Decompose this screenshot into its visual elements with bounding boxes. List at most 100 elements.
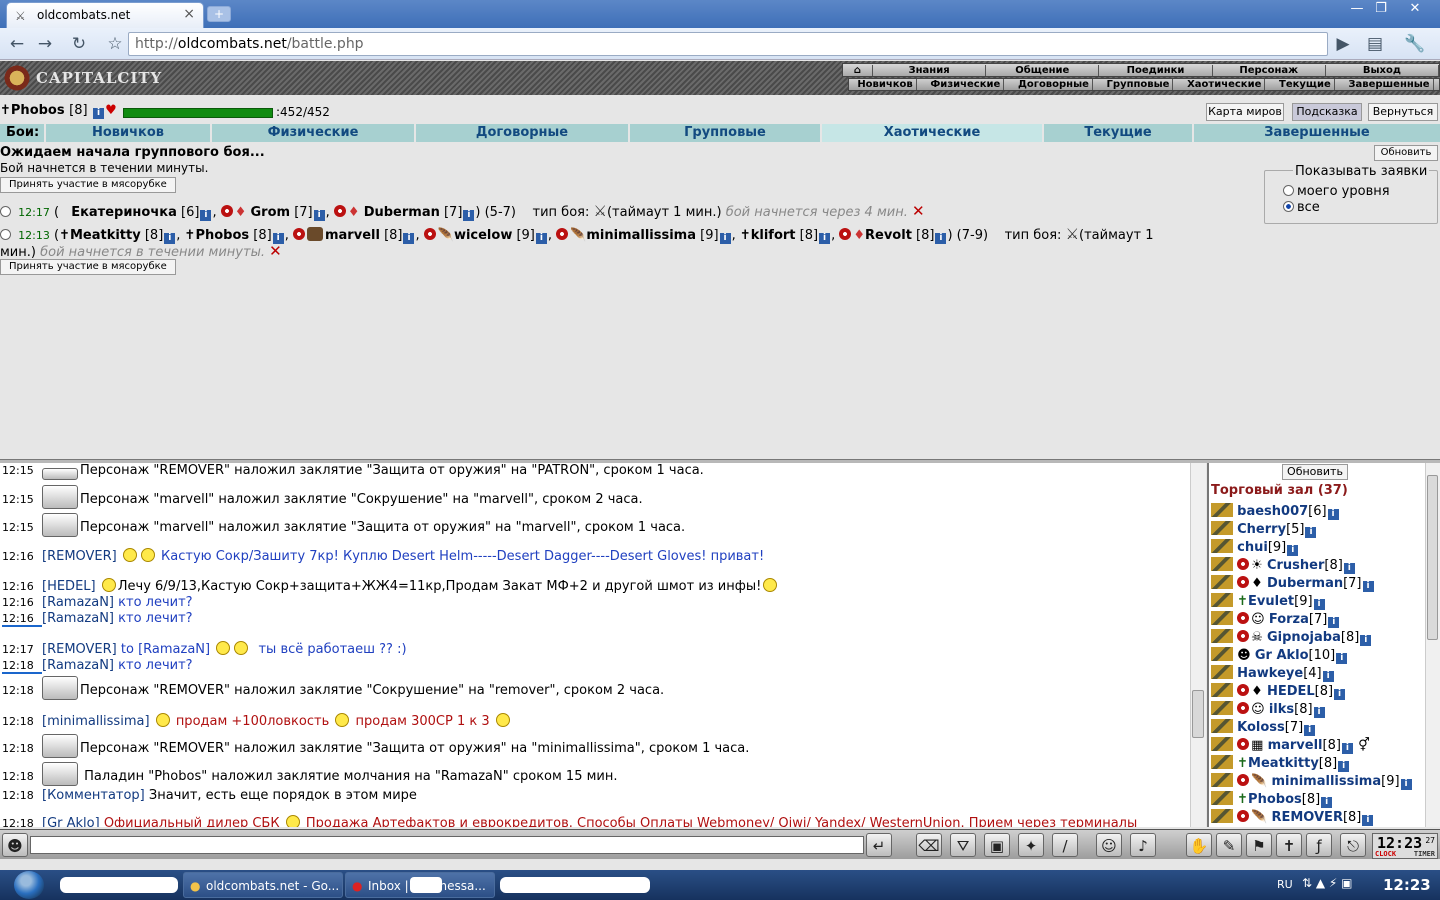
info-icon[interactable]: i [935,233,947,244]
close-window-icon[interactable]: ✕ [1402,2,1428,18]
cross-icon[interactable]: ✝ [1276,833,1302,857]
private-msg-icon[interactable] [1211,575,1233,589]
new-tab-button[interactable]: + [207,6,231,22]
participant-name[interactable]: marvell [325,228,380,243]
participant-name[interactable]: wicelow [454,228,512,243]
participant-name[interactable]: Meatkitty [70,228,141,243]
info-icon[interactable]: i [463,210,475,221]
minimize-icon[interactable]: — [1346,2,1368,18]
room-user[interactable]: 🪶 minimallissima[9] i [1211,773,1413,790]
private-msg-icon[interactable] [1211,629,1233,643]
game-clock[interactable]: 12:23 27 CLOCK TIMER [1372,833,1438,859]
flag-icon[interactable]: ⚑ [1246,833,1272,857]
private-msg-icon[interactable] [1211,539,1233,553]
participant-name[interactable]: Duberman [364,205,440,220]
tab-group[interactable]: Групповые [628,124,820,142]
private-msg-icon[interactable] [1211,611,1233,625]
room-user-name[interactable]: Phobos [1248,792,1302,807]
chat-nick[interactable]: [RamazaN] [42,611,114,626]
private-msg-icon[interactable] [1211,737,1233,751]
tab-physical[interactable]: Физические [210,124,414,142]
info-icon[interactable]: i [1327,509,1339,520]
room-user[interactable]: ♦ Duberman[7] i [1211,575,1375,592]
info-icon[interactable]: i [1341,743,1353,754]
info-icon[interactable]: i [200,210,212,221]
forward-icon[interactable]: → [34,34,56,54]
room-user[interactable]: baesh007[6] i [1211,503,1340,520]
room-user[interactable]: ☻ Gr Aklo[10] i [1211,647,1348,664]
participant-name[interactable]: Revolt [865,228,912,243]
restore-icon[interactable]: ❐ [1370,2,1392,18]
world-map-button[interactable]: Карта миров [1206,103,1284,121]
room-user[interactable]: 🪶 REMOVER[8] i [1211,809,1374,826]
room-user-name[interactable]: Forza [1269,612,1309,627]
room-user-name[interactable]: Duberman [1267,576,1343,591]
room-user-name[interactable]: Meatkitty [1248,756,1319,771]
room-user[interactable]: ☺ ilks[8] i [1211,701,1326,718]
room-user-name[interactable]: Hawkeye [1237,666,1303,681]
private-msg-icon[interactable] [1211,521,1233,535]
game-logo[interactable]: CAPITALCITY [2,64,162,92]
room-user-name[interactable]: ilks [1269,702,1294,717]
chat-nick[interactable]: [HEDEL] [42,579,96,594]
request-radio[interactable] [0,206,11,217]
chat-scrollbar[interactable] [1190,463,1206,827]
participant-name[interactable]: Grom [251,205,291,220]
info-icon[interactable]: i [1305,527,1317,538]
eraser-icon[interactable]: ⌫ [916,833,942,857]
room-user[interactable]: ✝Phobos[8] i [1211,791,1333,808]
room-user-name[interactable]: Gr Aklo [1255,648,1309,663]
room-user-name[interactable]: chui [1237,540,1268,555]
room-user[interactable]: ☺ Forza[7] i [1211,611,1340,628]
cancel-icon[interactable]: ✕ [269,242,282,260]
participant-name[interactable]: Екатериночка [71,205,177,220]
info-icon[interactable]: i [1362,815,1374,826]
room-user[interactable]: Hawkeye[4] i [1211,665,1335,682]
scroll-icon[interactable]: ✎ [1216,833,1242,857]
info-icon[interactable]: i [1362,581,1374,592]
submenu-group[interactable]: Групповые [1104,79,1174,90]
room-user-name[interactable]: baesh007 [1237,504,1308,519]
private-msg-icon[interactable] [1211,503,1233,517]
submenu-physical[interactable]: Физические [927,79,1005,90]
info-icon[interactable]: i [1328,617,1340,628]
info-icon[interactable]: i [1334,689,1346,700]
smiles-icon[interactable]: ☺ [1096,833,1122,857]
home-icon[interactable]: ⌂ [843,64,873,76]
room-user-name[interactable]: Gipnojaba [1267,630,1341,645]
info-icon[interactable]: i [1400,779,1412,790]
room-refresh-button[interactable]: Обновить [1282,464,1348,480]
submenu-chaotic[interactable]: Хаотические [1184,79,1266,90]
info-icon[interactable]: i [403,233,415,244]
info-icon[interactable]: i [1304,725,1316,736]
menu-knowledge[interactable]: Знания [873,64,987,76]
save-icon[interactable]: ▣ [984,833,1010,857]
private-msg-icon[interactable] [1211,791,1233,805]
private-msg-icon[interactable] [1211,701,1233,715]
room-user[interactable]: ♦ HEDEL[8] i [1211,683,1346,700]
chat-nick[interactable]: [Комментатор] [42,788,145,803]
info-icon[interactable]: i [313,210,325,221]
reload-icon[interactable]: ↻ [68,34,90,54]
participant-name[interactable]: Phobos [195,228,249,243]
room-user[interactable]: ✝Meatkitty[8] i [1211,755,1350,772]
private-msg-icon[interactable] [1211,755,1233,769]
room-user-name[interactable]: HEDEL [1267,684,1315,699]
chat-nick[interactable]: [RamazaN] [42,658,114,673]
private-msg-icon[interactable] [1211,593,1233,607]
page-menu-icon[interactable]: ▤ [1364,34,1386,54]
hand-icon[interactable]: ✋ [1186,833,1212,857]
tray-icons[interactable]: ⇅ ▲ ⚡ ▣ [1302,876,1353,890]
address-bar[interactable]: http://oldcombats.net/battle.php [128,32,1328,56]
room-user-name[interactable]: REMOVER [1271,810,1342,825]
chat-mode-icon[interactable]: ☻ [2,833,28,857]
private-msg-icon[interactable] [1211,809,1233,823]
menu-exit[interactable]: Выход [1326,64,1440,76]
chat-to[interactable]: to [RamazaN] [121,642,210,657]
menu-duels[interactable]: Поединки [1099,64,1213,76]
chat-nick[interactable]: [RamazaN] [42,595,114,610]
menu-character[interactable]: Персонаж [1213,64,1326,76]
chat-nick[interactable]: [REMOVER] [42,642,117,657]
sound-icon[interactable]: ♪ [1130,833,1156,857]
chat-scroll-thumb[interactable] [1192,690,1204,738]
